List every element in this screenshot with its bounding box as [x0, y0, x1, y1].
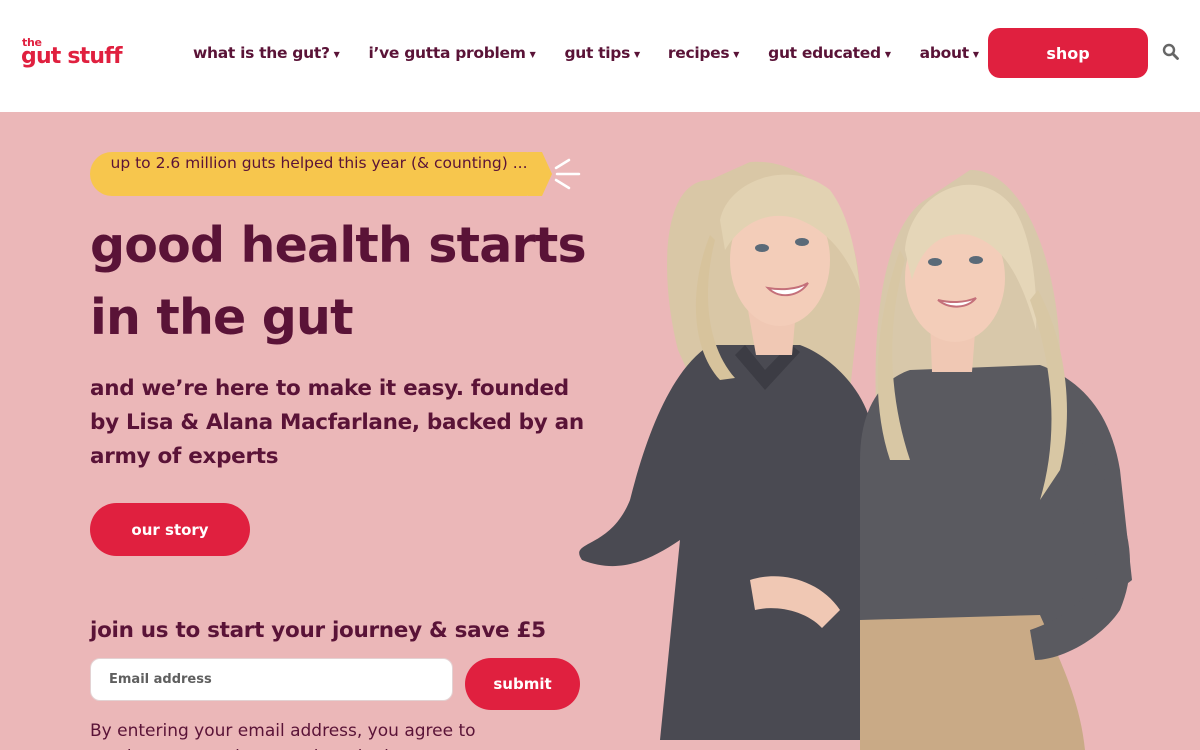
- email-input[interactable]: [90, 658, 453, 701]
- nav-item-gutta-problem[interactable]: i’ve gutta problem ▼: [369, 44, 536, 62]
- caret-down-icon: ▼: [333, 49, 340, 59]
- nav-item-label: what is the gut?: [193, 44, 330, 62]
- caret-down-icon: ▼: [972, 49, 979, 59]
- shop-button[interactable]: shop: [988, 28, 1148, 78]
- stats-badge: up to 2.6 million guts helped this year …: [90, 152, 548, 196]
- caret-down-icon: ▼: [529, 49, 536, 59]
- nav-item-about[interactable]: about ▼: [920, 44, 979, 62]
- nav-item-label: i’ve gutta problem: [368, 44, 526, 62]
- our-story-button[interactable]: our story: [90, 503, 250, 556]
- headline-line-1: good health starts: [90, 217, 587, 274]
- nav-item-label: recipes: [667, 44, 730, 62]
- main-nav: what is the gut? ▼ i’ve gutta problem ▼ …: [193, 44, 979, 62]
- signup-legal-text: By entering your email address, you agre…: [90, 721, 476, 750]
- nav-item-what-is-the-gut[interactable]: what is the gut? ▼: [193, 44, 340, 62]
- caret-down-icon: ▼: [733, 49, 740, 59]
- logo[interactable]: the gut stuff: [21, 36, 131, 76]
- search-icon[interactable]: [1162, 43, 1180, 61]
- caret-down-icon: ▼: [884, 49, 891, 59]
- founder-alana-figure: [860, 169, 1132, 750]
- stats-badge-text: up to 2.6 million guts helped this year …: [110, 154, 528, 172]
- nav-item-label: gut educated: [768, 44, 881, 62]
- founder-lisa-figure: [579, 161, 882, 740]
- badge-tip-shape: [528, 152, 552, 196]
- hero-headline: good health starts in the gut: [90, 210, 610, 354]
- nav-item-gut-tips[interactable]: gut tips ▼: [564, 44, 640, 62]
- nav-item-label: gut tips: [564, 44, 631, 62]
- hero-subtext: and we’re here to make it easy. founded …: [90, 376, 584, 469]
- nav-item-gut-educated[interactable]: gut educated ▼: [768, 44, 891, 62]
- signup-heading: join us to start your journey & save £5: [90, 618, 546, 643]
- nav-item-recipes[interactable]: recipes ▼: [667, 44, 740, 62]
- nav-item-label: about: [919, 44, 969, 62]
- site-header: the gut stuff what is the gut? ▼ i’ve gu…: [0, 0, 1200, 112]
- founders-photo: [579, 161, 1132, 750]
- caret-down-icon: ▼: [634, 49, 640, 59]
- headline-line-2: in the gut: [90, 289, 354, 346]
- logo-wordmark: gut stuff: [21, 44, 123, 69]
